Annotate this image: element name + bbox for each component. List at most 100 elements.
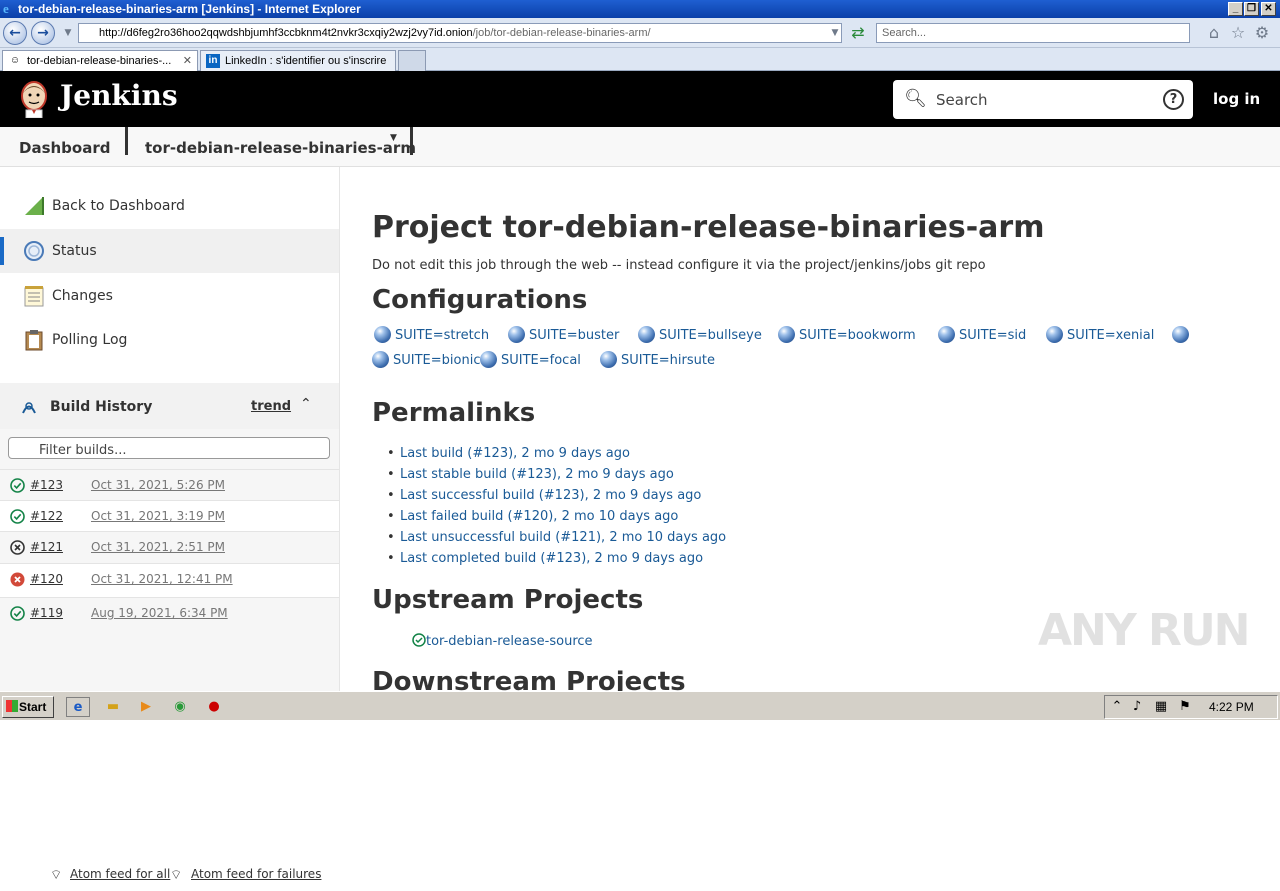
url-dropdown-icon[interactable]: ▼ — [825, 23, 845, 43]
project-description: Do not edit this job through the web -- … — [372, 258, 986, 273]
configuration-link[interactable]: SUITE=sid — [938, 326, 1026, 343]
build-history-panel: Build History trend ⌃ Filter builds... #… — [0, 383, 339, 883]
chevron-down-icon[interactable]: ▼ — [390, 133, 397, 143]
build-date-link[interactable]: Oct 31, 2021, 12:41 PM — [91, 572, 233, 586]
url-input[interactable]: http://d6feg2ro36hoo2qqwdshbjumhf3ccbknm… — [78, 23, 842, 43]
configuration-link[interactable]: SUITE=bionic — [372, 351, 480, 368]
configuration-label: SUITE=focal — [501, 353, 581, 368]
build-number-link[interactable]: #120 — [30, 572, 63, 586]
sidebar-item-label: Changes — [52, 288, 113, 304]
blue-ball-icon — [638, 326, 655, 343]
clipboard-icon — [25, 330, 43, 351]
build-date-link[interactable]: Oct 31, 2021, 5:26 PM — [91, 478, 225, 492]
build-row[interactable]: #123 Oct 31, 2021, 5:26 PM — [0, 469, 339, 500]
build-number-link[interactable]: #122 — [30, 509, 63, 523]
browser-search-input[interactable]: Search... — [876, 23, 1190, 43]
configuration-link[interactable]: SUITE=buster — [508, 326, 619, 343]
trend-link[interactable]: trend — [251, 399, 291, 414]
configuration-link[interactable]: SUITE=stretch — [374, 326, 489, 343]
search-icon: 🔍︎ — [904, 88, 927, 109]
permalink-link[interactable]: Last failed build (#120), 2 mo 10 days a… — [387, 509, 678, 524]
ie-logo-icon: e — [3, 1, 9, 16]
atom-feed-all-link[interactable]: Atom feed for all — [70, 867, 170, 881]
chevron-up-icon[interactable]: ⌃ — [300, 396, 312, 412]
breadcrumb-dashboard[interactable]: Dashboard — [19, 139, 110, 157]
volume-icon[interactable]: ♪ — [1127, 697, 1147, 717]
build-row[interactable]: #119 Aug 19, 2021, 6:34 PM — [0, 597, 339, 628]
configuration-link[interactable]: SUITE=focal — [480, 351, 581, 368]
blue-ball-icon — [1172, 326, 1189, 343]
breadcrumb-separator — [125, 127, 128, 155]
configuration-label: SUITE=hirsute — [621, 353, 715, 368]
taskbar-clock: 4:22 PM — [1209, 700, 1254, 714]
chrome-icon[interactable]: ◉ — [170, 697, 190, 717]
filter-builds-input[interactable]: Filter builds... — [8, 437, 330, 459]
blue-ball-icon — [600, 351, 617, 368]
upstream-project-label: tor-debian-release-source — [426, 634, 593, 649]
sidebar-item-back-to-dashboard[interactable]: Back to Dashboard — [0, 184, 339, 228]
search-input[interactable]: Search — [936, 91, 988, 109]
breadcrumb: Dashboard tor-debian-release-binaries-ar… — [0, 127, 1280, 167]
build-number-link[interactable]: #119 — [30, 606, 63, 620]
permalink-link[interactable]: Last unsuccessful build (#121), 2 mo 10 … — [387, 530, 726, 545]
configuration-link[interactable]: SUITE=hirsute — [600, 351, 715, 368]
sidebar-item-changes[interactable]: Changes — [0, 274, 339, 318]
tray-arrow-icon[interactable]: ⌃ — [1107, 697, 1127, 717]
sidebar-item-label: Polling Log — [52, 332, 128, 348]
build-date-link[interactable]: Oct 31, 2021, 2:51 PM — [91, 540, 225, 554]
sidebar-item-label: Back to Dashboard — [52, 198, 185, 214]
folder-icon[interactable]: ▬ — [103, 697, 123, 717]
build-row[interactable]: #122 Oct 31, 2021, 3:19 PM — [0, 500, 339, 531]
help-icon[interactable]: ? — [1163, 89, 1184, 110]
jenkins-brand[interactable]: Jenkins — [60, 79, 178, 112]
build-row[interactable]: #120 Oct 31, 2021, 12:41 PM — [0, 563, 339, 597]
sidebar-item-polling-log[interactable]: Polling Log — [0, 318, 339, 362]
build-number-link[interactable]: #123 — [30, 478, 63, 492]
network-icon[interactable]: ▦ — [1151, 697, 1171, 717]
close-button[interactable]: ✕ — [1261, 2, 1276, 16]
login-link[interactable]: log in — [1213, 90, 1260, 108]
jenkins-butler-icon[interactable] — [18, 80, 50, 118]
jenkins-search-box[interactable]: 🔍︎ Search ? — [893, 80, 1193, 119]
favorites-star-icon[interactable]: ☆ — [1228, 23, 1248, 43]
permalink-link[interactable]: Last stable build (#123), 2 mo 9 days ag… — [387, 467, 674, 482]
build-date-link[interactable]: Oct 31, 2021, 3:19 PM — [91, 509, 225, 523]
tab-close-icon[interactable]: ✕ — [183, 51, 192, 71]
configuration-label: SUITE=stretch — [395, 328, 490, 343]
start-button[interactable]: Start — [2, 696, 54, 718]
permalink-link[interactable]: Last successful build (#123), 2 mo 9 day… — [387, 488, 701, 503]
blue-ball-icon — [508, 326, 525, 343]
build-date-link[interactable]: Aug 19, 2021, 6:34 PM — [91, 606, 228, 620]
minimize-button[interactable]: _ — [1228, 2, 1243, 16]
flag-icon[interactable]: ⚑ — [1175, 697, 1195, 717]
configuration-link[interactable]: SUITE=bookworm — [778, 326, 916, 343]
tools-gear-icon[interactable]: ⚙ — [1252, 23, 1272, 43]
browser-tab-bar: ☺ tor-debian-release-binaries-... ✕ in L… — [0, 48, 1280, 71]
configuration-link[interactable]: SUITE=xenial — [1046, 326, 1154, 343]
forward-arrow-icon[interactable]: → — [31, 21, 55, 45]
opera-icon[interactable]: ● — [204, 697, 224, 717]
sidebar-item-status[interactable]: Status — [0, 229, 339, 273]
permalink-link[interactable]: Last completed build (#123), 2 mo 9 days… — [387, 551, 703, 566]
downstream-heading: Downstream Projects — [372, 667, 686, 691]
success-check-icon — [10, 478, 25, 493]
breadcrumb-job[interactable]: tor-debian-release-binaries-arm — [145, 139, 416, 157]
ie-taskbar-icon[interactable]: e — [66, 697, 90, 717]
linkedin-favicon-icon: in — [206, 54, 220, 68]
browser-tab-jenkins[interactable]: ☺ tor-debian-release-binaries-... ✕ — [2, 50, 198, 71]
browser-tab-linkedin[interactable]: in LinkedIn : s'identifier ou s'inscrire — [200, 50, 396, 71]
upstream-project-link[interactable]: tor-debian-release-source — [412, 633, 593, 649]
permalink-link[interactable]: Last build (#123), 2 mo 9 days ago — [387, 446, 630, 461]
history-dropdown-icon[interactable]: ▼ — [58, 23, 78, 43]
configuration-link[interactable]: SUITE=bullseye — [638, 326, 762, 343]
build-number-link[interactable]: #121 — [30, 540, 63, 554]
home-icon[interactable]: ⌂ — [1204, 23, 1224, 43]
blue-ball-icon — [1046, 326, 1063, 343]
new-tab-button[interactable] — [398, 50, 426, 71]
refresh-icon[interactable]: ⇄ — [848, 23, 868, 43]
back-arrow-icon[interactable]: ← — [3, 21, 27, 45]
atom-feed-failures-link[interactable]: Atom feed for failures — [191, 867, 321, 881]
build-row[interactable]: #121 Oct 31, 2021, 2:51 PM — [0, 531, 339, 562]
media-player-icon[interactable]: ▶ — [136, 697, 156, 717]
maximize-button[interactable]: ❐ — [1244, 2, 1259, 16]
